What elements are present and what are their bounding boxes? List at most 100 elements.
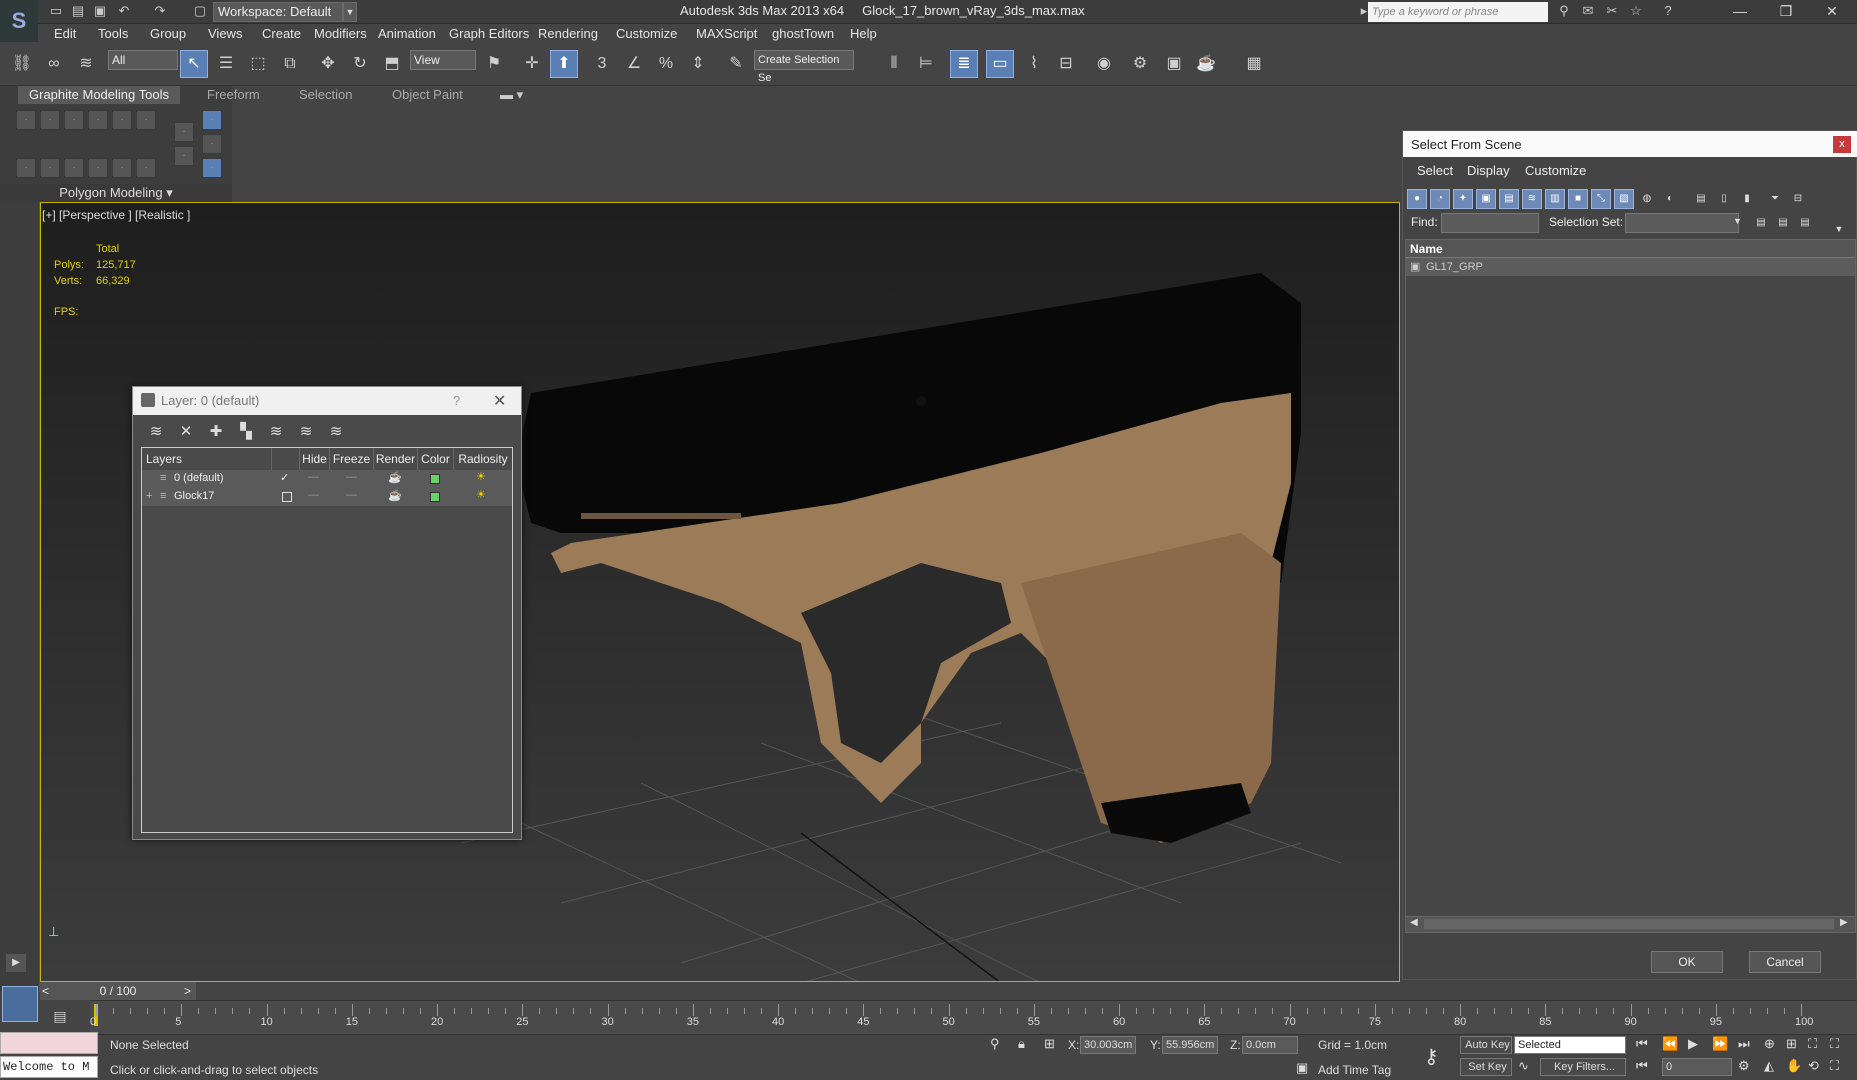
curve-editor-icon[interactable]: ⌇ xyxy=(1020,50,1048,78)
hide-toggle[interactable]: — xyxy=(308,489,319,501)
find-input[interactable] xyxy=(1441,213,1539,233)
snaps-toggle-icon[interactable]: 3 xyxy=(588,50,616,78)
sfs-menu-select[interactable]: Select xyxy=(1417,163,1453,178)
current-frame-field[interactable]: 0 xyxy=(1662,1058,1732,1076)
render-teapot-icon[interactable]: ☕ xyxy=(388,471,402,484)
chevron-down-icon[interactable]: ▼ xyxy=(1733,216,1742,226)
sfs-menu-customize[interactable]: Customize xyxy=(1525,163,1586,178)
undo-icon[interactable]: ↶ xyxy=(116,3,132,19)
maximize-viewport-icon[interactable]: ⛶ xyxy=(1830,1058,1839,1074)
display-space-warps-icon[interactable]: ≋ xyxy=(1522,189,1542,209)
scroll-right-icon[interactable]: ▶ xyxy=(1840,917,1848,928)
workspace-dropdown[interactable]: Workspace: Default xyxy=(213,2,343,22)
ribbon-tool-icon[interactable]: · xyxy=(64,158,84,178)
menu-graph-editors[interactable]: Graph Editors xyxy=(449,24,529,44)
column-current[interactable] xyxy=(272,448,300,470)
display-hidden-icon[interactable]: ◐ xyxy=(1660,189,1680,209)
time-tag-icon[interactable]: ▣ xyxy=(1296,1060,1308,1076)
keyboard-shortcut-override-icon[interactable]: ⬆ xyxy=(550,50,578,78)
pivot-center-icon[interactable]: ⚑ xyxy=(480,50,508,78)
go-to-start-icon[interactable]: ⏮ xyxy=(1636,1036,1648,1052)
named-selection-dropdown[interactable]: Create Selection Se xyxy=(754,50,854,84)
maxscript-listener-icon[interactable]: ▶ xyxy=(6,954,26,972)
percent-snap-icon[interactable]: % xyxy=(652,50,680,78)
y-coordinate-field[interactable]: 55.956cm xyxy=(1162,1036,1218,1054)
minimize-icon[interactable]: — xyxy=(1718,0,1762,24)
track-bar-icon[interactable]: ▤ xyxy=(48,1008,72,1028)
zoom-all-icon[interactable]: ⊞ xyxy=(1786,1036,1797,1052)
key-icon[interactable]: ⚷ xyxy=(1424,1044,1439,1069)
menu-rendering[interactable]: Rendering xyxy=(538,24,598,44)
render-teapot-icon[interactable]: ☕ xyxy=(388,489,402,502)
absolute-mode-icon[interactable]: ⊞ xyxy=(1044,1036,1055,1052)
menu-help[interactable]: Help xyxy=(850,24,877,44)
column-render[interactable]: Render xyxy=(374,448,418,470)
select-list-icon[interactable]: ▤ xyxy=(1795,213,1815,233)
orbit-icon[interactable]: ⟲ xyxy=(1808,1058,1819,1074)
layer-name[interactable]: Glock17 xyxy=(174,490,214,502)
radiosity-sun-icon[interactable]: ☀ xyxy=(476,470,486,483)
close-icon[interactable]: x xyxy=(1833,136,1851,153)
auto-key-button[interactable]: Auto Key xyxy=(1460,1036,1512,1054)
tab-graphite-modeling-tools[interactable]: Graphite Modeling Tools xyxy=(18,86,180,104)
help-search-input[interactable]: Type a keyword or phrase xyxy=(1368,2,1548,22)
menu-tools[interactable]: Tools xyxy=(98,24,128,44)
viewport-label[interactable]: [+] [Perspective ] [Realistic ] xyxy=(42,208,190,222)
ribbon-tool-icon[interactable]: · xyxy=(202,110,222,130)
ribbon-tool-icon[interactable]: · xyxy=(202,158,222,178)
delete-layer-icon[interactable]: ✕ xyxy=(175,421,197,443)
column-hide[interactable]: Hide xyxy=(300,448,330,470)
x-coordinate-field[interactable]: 30.003cm xyxy=(1080,1036,1136,1054)
hierarchy-icon[interactable]: ⊟ xyxy=(1788,189,1808,209)
display-all-icon[interactable]: ▤ xyxy=(1691,189,1711,209)
selection-region-icon[interactable]: ⬚ xyxy=(244,50,272,78)
render-setup-icon[interactable]: ⚙ xyxy=(1126,50,1154,78)
column-name[interactable]: Name xyxy=(1406,240,1855,258)
display-shapes-icon[interactable]: ◔ xyxy=(1430,189,1450,209)
display-containers-icon[interactable]: ▧ xyxy=(1614,189,1634,209)
ribbon-tool-icon[interactable]: · xyxy=(88,110,108,130)
tab-selection[interactable]: Selection xyxy=(299,86,352,104)
ribbon-tool-icon[interactable]: · xyxy=(136,158,156,178)
ribbon-tool-icon[interactable]: · xyxy=(174,146,194,166)
rotate-icon[interactable]: ↻ xyxy=(346,50,374,78)
select-object-icon[interactable]: ↖ xyxy=(180,50,208,78)
align-icon[interactable]: ⊨ xyxy=(912,50,940,78)
freeze-toggle[interactable]: — xyxy=(346,489,357,501)
bind-space-warp-icon[interactable]: ≋ xyxy=(72,50,100,78)
zoom-extents-all-icon[interactable]: ⛶ xyxy=(1830,1036,1839,1052)
ribbon-tool-icon[interactable]: · xyxy=(40,110,60,130)
ribbon-tool-icon[interactable]: · xyxy=(112,158,132,178)
previous-frame-icon[interactable]: ⏪ xyxy=(1662,1036,1678,1052)
play-icon[interactable]: ▶ xyxy=(1688,1036,1698,1052)
menu-group[interactable]: Group xyxy=(150,24,186,44)
close-icon[interactable]: ✕ xyxy=(1810,0,1854,24)
binoculars-icon[interactable]: ⚲ xyxy=(1556,3,1572,19)
field-of-view-icon[interactable]: ◭ xyxy=(1764,1058,1774,1074)
highlight-selected-layers-icon[interactable]: ≋ xyxy=(265,421,287,443)
checkmark-icon[interactable]: ✓ xyxy=(280,471,289,484)
ribbon-tool-icon[interactable]: · xyxy=(16,110,36,130)
move-icon[interactable]: ✥ xyxy=(314,50,342,78)
select-list-icon[interactable]: ▤ xyxy=(1773,213,1793,233)
window-crossing-icon[interactable]: ⧉ xyxy=(276,50,304,78)
material-editor-icon[interactable]: ◉ xyxy=(1090,50,1118,78)
link-icon[interactable]: ⛓ xyxy=(8,50,36,78)
hide-toggle[interactable]: — xyxy=(308,471,319,483)
layer-color-swatch[interactable] xyxy=(430,492,440,502)
display-invert-icon[interactable]: ▮ xyxy=(1737,189,1757,209)
select-manipulate-icon[interactable]: ✛ xyxy=(518,50,546,78)
layer-row[interactable]: ≡ 0 (default) ✓ — — ☕ ☀ xyxy=(142,470,512,488)
display-none-icon[interactable]: ▯ xyxy=(1714,189,1734,209)
redo-icon[interactable]: ↷ xyxy=(152,3,168,19)
selection-filter-dropdown[interactable]: All xyxy=(108,50,178,70)
ribbon-tool-icon[interactable]: · xyxy=(136,110,156,130)
select-by-name-icon[interactable]: ☰ xyxy=(212,50,240,78)
restore-icon[interactable]: ❐ xyxy=(1764,0,1808,24)
render-production-icon[interactable]: ☕ xyxy=(1192,50,1220,78)
radiosity-sun-icon[interactable]: ☀ xyxy=(476,488,486,501)
menu-maxscript[interactable]: MAXScript xyxy=(696,24,757,44)
display-frozen-icon[interactable]: ◍ xyxy=(1637,189,1657,209)
column-radiosity[interactable]: Radiosity xyxy=(454,448,512,470)
add-time-tag-button[interactable]: Add Time Tag xyxy=(1318,1063,1391,1077)
